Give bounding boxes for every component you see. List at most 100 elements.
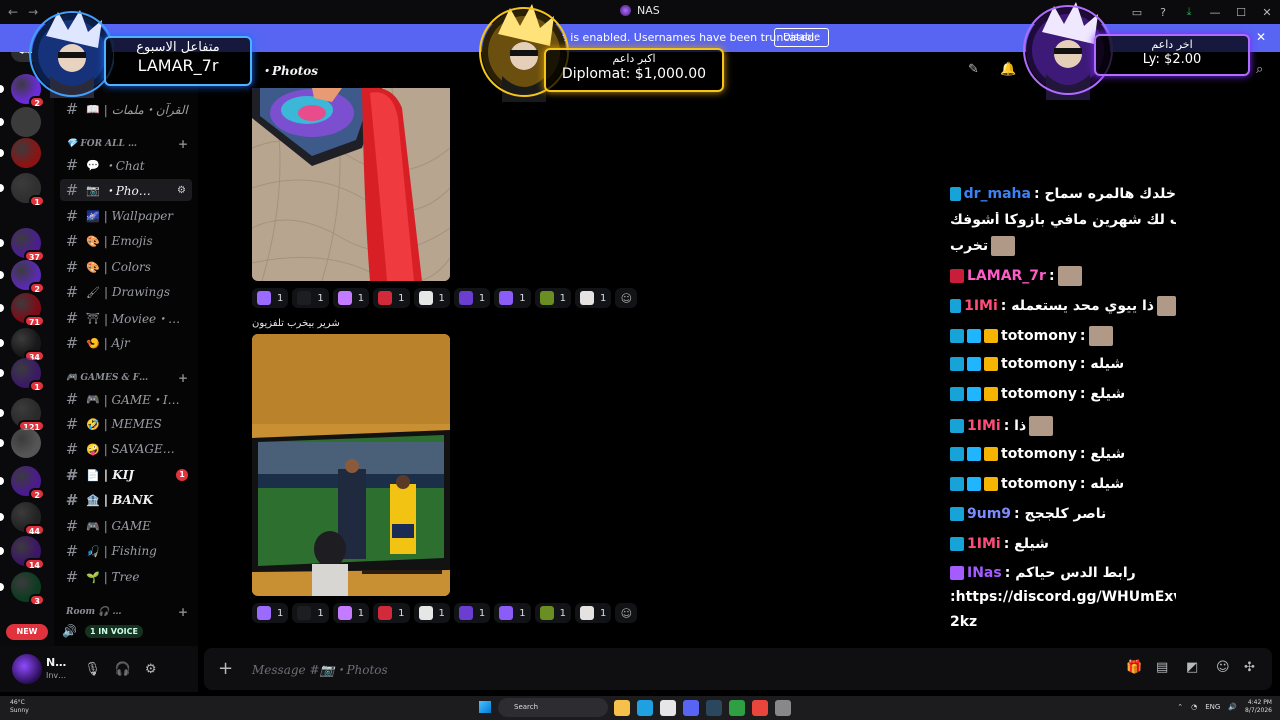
server-icon[interactable]: 1 bbox=[11, 358, 45, 392]
reaction-chip[interactable]: 1 bbox=[453, 288, 491, 308]
reaction-chip[interactable]: 1 bbox=[292, 603, 329, 623]
server-icon[interactable]: 37 bbox=[11, 228, 45, 262]
channel-item[interactable]: # 📷 ・Pho… ⚙ bbox=[60, 179, 192, 201]
message-input[interactable]: Message #📷・Photos bbox=[252, 661, 388, 678]
server-icon[interactable]: 34 bbox=[11, 328, 45, 362]
in-voice-pill[interactable]: 1 IN VOICE bbox=[84, 624, 143, 638]
store-icon[interactable] bbox=[660, 700, 676, 716]
wifi-icon[interactable]: ◔ bbox=[1191, 703, 1197, 711]
channel-item[interactable]: # 🎮 | GAME bbox=[60, 515, 192, 537]
reaction-chip[interactable]: 1 bbox=[292, 288, 329, 308]
reaction-chip[interactable]: 1 bbox=[252, 288, 289, 308]
emoji-icon[interactable]: ☺ bbox=[1216, 660, 1230, 675]
user-settings-icon[interactable]: ⚙ bbox=[145, 662, 157, 677]
channel-item[interactable]: # 🍤 | Ajr bbox=[60, 332, 192, 354]
chrome-icon[interactable] bbox=[752, 700, 768, 716]
reaction-chip[interactable]: 1 bbox=[373, 288, 410, 308]
new-badge[interactable]: NEW bbox=[6, 624, 48, 640]
xbox-icon[interactable] bbox=[729, 700, 745, 716]
reaction-chip[interactable]: 1 bbox=[494, 603, 531, 623]
channel-item[interactable]: # 🎨 | Colors bbox=[60, 256, 192, 278]
channel-item[interactable]: # 🎨 | Emojis bbox=[60, 230, 192, 252]
search-icon[interactable]: ⌕ bbox=[1256, 62, 1263, 77]
server-icon[interactable] bbox=[11, 428, 41, 458]
reaction-chip[interactable]: 1 bbox=[494, 288, 531, 308]
steam-icon[interactable] bbox=[706, 700, 722, 716]
channel-item[interactable]: # 💬 ・Chat bbox=[60, 154, 192, 176]
threads-icon[interactable]: ✎ bbox=[968, 62, 979, 77]
category-header[interactable]: 💎 FOR ALL … + bbox=[66, 137, 192, 151]
reaction-chip[interactable]: 1 bbox=[373, 603, 410, 623]
reaction-chip[interactable]: 1 bbox=[534, 288, 571, 308]
category-header[interactable]: Room 🎧 … + bbox=[66, 605, 192, 619]
add-channel-icon[interactable]: + bbox=[178, 605, 188, 619]
gif-icon[interactable]: ▤ bbox=[1156, 660, 1168, 675]
notice-close-icon[interactable]: ✕ bbox=[1256, 30, 1266, 44]
reaction-count: 1 bbox=[398, 292, 405, 304]
user-name-block[interactable]: N… Inv… bbox=[46, 656, 66, 682]
discord-taskbar-icon[interactable] bbox=[683, 700, 699, 716]
microphone-icon[interactable]: 🎙 bbox=[84, 662, 101, 677]
settings-app-icon[interactable] bbox=[775, 700, 791, 716]
language-indicator[interactable]: ENG bbox=[1205, 703, 1220, 711]
reaction-chip[interactable]: 1 bbox=[332, 603, 370, 623]
channel-item[interactable]: # 📖 | القرآن・ملمات bbox=[60, 98, 192, 120]
server-icon[interactable]: 2 bbox=[11, 466, 45, 500]
server-icon[interactable]: 14 bbox=[11, 536, 45, 570]
gift-icon[interactable]: 🎁 bbox=[1126, 660, 1142, 675]
weather-widget[interactable]: 46°C Sunny bbox=[10, 699, 29, 715]
volume-icon[interactable]: 🔊 bbox=[1228, 703, 1237, 711]
overlay-chat-line: 2kz bbox=[950, 614, 1176, 630]
notification-bell-icon[interactable]: 🔔 bbox=[1000, 62, 1016, 77]
edge-icon[interactable] bbox=[637, 700, 653, 716]
add-reaction-button[interactable]: ☺ bbox=[615, 603, 638, 623]
reaction-chip[interactable]: 1 bbox=[575, 288, 612, 308]
photo-tv-football[interactable] bbox=[252, 334, 450, 596]
user-avatar[interactable] bbox=[12, 654, 42, 684]
channel-settings-icon[interactable]: ⚙ bbox=[177, 185, 186, 196]
server-icon[interactable]: 121 bbox=[11, 398, 45, 432]
server-icon[interactable]: 2 bbox=[11, 260, 45, 294]
channel-item[interactable]: # 🖌 | Drawings bbox=[60, 281, 192, 303]
channel-item[interactable]: # 🤪 | SAVAGE… bbox=[60, 438, 192, 460]
close-window-icon[interactable]: ✕ bbox=[1254, 6, 1280, 19]
channel-item[interactable]: # 🎮 | GAME・I… bbox=[60, 388, 192, 410]
reaction-chip[interactable]: 1 bbox=[453, 603, 491, 623]
server-icon[interactable]: 71 bbox=[11, 293, 45, 327]
voice-room-row[interactable]: 🔊 1 IN VOICE bbox=[62, 624, 143, 638]
server-icon[interactable]: 1 bbox=[11, 173, 45, 207]
taskbar-search[interactable]: Search bbox=[498, 698, 608, 717]
add-channel-icon[interactable]: + bbox=[178, 137, 188, 151]
channel-item[interactable]: # 🌱 | Tree bbox=[60, 566, 192, 588]
apps-icon[interactable]: ✣ bbox=[1244, 660, 1255, 675]
start-button[interactable] bbox=[479, 701, 491, 713]
reaction-chip[interactable]: 1 bbox=[332, 288, 370, 308]
file-explorer-icon[interactable] bbox=[614, 700, 630, 716]
server-icon[interactable] bbox=[11, 107, 41, 137]
back-arrow-icon[interactable]: ← bbox=[8, 5, 18, 19]
channel-item[interactable]: # 🤣 | MEMES bbox=[60, 413, 192, 435]
channel-item[interactable]: # 🎣 | Fishing bbox=[60, 540, 192, 562]
reaction-chip[interactable]: 1 bbox=[413, 288, 450, 308]
clock[interactable]: 4:42 PM 8/7/2026 bbox=[1245, 699, 1272, 715]
reaction-chip[interactable]: 1 bbox=[252, 603, 289, 623]
reaction-chip[interactable]: 1 bbox=[413, 603, 450, 623]
headset-icon[interactable]: 🎧 bbox=[115, 662, 131, 677]
channel-item[interactable]: # ⛩ | Moviee・… bbox=[60, 307, 192, 329]
server-icon[interactable]: 44 bbox=[11, 502, 45, 536]
channel-item[interactable]: # 🏦 | BANK bbox=[60, 489, 192, 511]
server-icon[interactable]: 3 bbox=[11, 572, 45, 606]
server-icon[interactable] bbox=[11, 138, 41, 168]
add-channel-icon[interactable]: + bbox=[178, 371, 188, 385]
reaction-chip[interactable]: 1 bbox=[534, 603, 571, 623]
add-reaction-button[interactable]: ☺ bbox=[615, 288, 638, 308]
reaction-chip[interactable]: 1 bbox=[575, 603, 612, 623]
disable-button[interactable]: Disable bbox=[774, 28, 830, 47]
channel-item[interactable]: # 🌌 | Wallpaper bbox=[60, 205, 192, 227]
channel-item[interactable]: # 📄 | KIJ 1 bbox=[60, 464, 192, 486]
category-header[interactable]: 🎮 GAMES & F… + bbox=[66, 371, 192, 385]
sticker-icon[interactable]: ◩ bbox=[1186, 660, 1198, 675]
attach-plus-icon[interactable]: + bbox=[218, 658, 233, 679]
photo-tablet-drawing[interactable] bbox=[252, 88, 450, 281]
tray-overflow-icon[interactable]: ⌃ bbox=[1177, 703, 1183, 711]
